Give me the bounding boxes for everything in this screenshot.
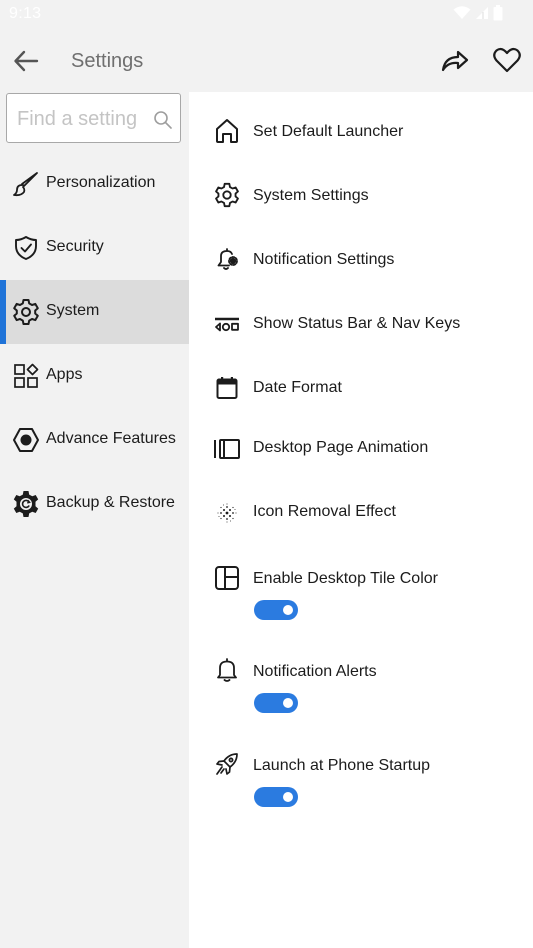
share-arrow-icon bbox=[441, 50, 469, 72]
setting-label: Launch at Phone Startup bbox=[253, 757, 431, 774]
setting-label: Date Format bbox=[253, 379, 342, 396]
notification-alerts-toggle[interactable] bbox=[254, 693, 298, 713]
sidebar-item-advance-features[interactable]: Advance Features bbox=[0, 408, 189, 472]
setting-label: Notification Settings bbox=[253, 251, 395, 268]
sidebar-item-security[interactable]: Security bbox=[0, 216, 189, 280]
setting-label: Icon Removal Effect bbox=[253, 503, 396, 520]
setting-enable-desktop-tile-color[interactable]: Enable Desktop Tile Color bbox=[189, 554, 533, 626]
apps-grid-icon bbox=[12, 362, 40, 390]
toggle-knob bbox=[283, 698, 293, 708]
setting-notification-alerts[interactable]: Notification Alerts bbox=[189, 648, 533, 720]
toggle-knob bbox=[283, 605, 293, 615]
brush-icon bbox=[12, 170, 40, 198]
backup-gear-icon bbox=[12, 490, 40, 518]
app-bar: Settings bbox=[0, 30, 533, 92]
battery-icon bbox=[493, 5, 503, 21]
signal-icon bbox=[476, 7, 488, 19]
hexagon-icon bbox=[12, 426, 40, 454]
status-bar: 9:13 bbox=[0, 0, 533, 30]
setting-show-status-bar-nav-keys[interactable]: Show Status Bar & Nav Keys bbox=[189, 304, 533, 344]
setting-label: Show Status Bar & Nav Keys bbox=[253, 315, 461, 332]
sidebar-item-system[interactable]: System bbox=[0, 280, 189, 344]
setting-label: Desktop Page Animation bbox=[253, 439, 429, 456]
rocket-icon bbox=[214, 751, 240, 777]
sidebar-item-label: Backup & Restore bbox=[46, 494, 175, 511]
home-icon bbox=[214, 118, 240, 144]
calendar-icon bbox=[214, 375, 240, 401]
nav-keys-icon bbox=[213, 312, 241, 338]
sidebar-item-label: System bbox=[46, 302, 100, 319]
gear-icon bbox=[214, 182, 240, 208]
search-icon[interactable] bbox=[153, 110, 173, 130]
page-title: Settings bbox=[71, 50, 144, 72]
wifi-icon bbox=[453, 6, 471, 19]
sidebar: Personalization Security System Apps Adv… bbox=[0, 92, 189, 948]
setting-set-default-launcher[interactable]: Set Default Launcher bbox=[189, 112, 533, 152]
setting-icon-removal-effect[interactable]: Icon Removal Effect bbox=[189, 492, 533, 532]
sidebar-item-apps[interactable]: Apps bbox=[0, 344, 189, 408]
tile-color-toggle[interactable] bbox=[254, 600, 298, 620]
setting-system-settings[interactable]: System Settings bbox=[189, 176, 533, 216]
sidebar-item-personalization[interactable]: Personalization bbox=[0, 152, 189, 216]
sidebar-item-label: Security bbox=[46, 238, 104, 255]
heart-icon bbox=[493, 47, 521, 73]
status-icons bbox=[453, 5, 503, 21]
bell-gear-icon bbox=[214, 246, 240, 272]
setting-label: Notification Alerts bbox=[253, 663, 377, 680]
sparkle-dots-icon bbox=[214, 500, 240, 526]
sidebar-item-backup-restore[interactable]: Backup & Restore bbox=[0, 472, 189, 536]
shield-icon bbox=[12, 234, 40, 262]
sidebar-item-label: Advance Features bbox=[46, 430, 176, 447]
share-button[interactable] bbox=[438, 45, 472, 77]
settings-list: Set Default Launcher System Settings Not… bbox=[189, 92, 533, 948]
tile-layout-icon bbox=[214, 565, 240, 591]
search-input[interactable] bbox=[17, 105, 149, 133]
page-animation-icon bbox=[213, 436, 241, 462]
setting-label: System Settings bbox=[253, 187, 369, 204]
setting-label: Enable Desktop Tile Color bbox=[253, 570, 438, 587]
launch-startup-toggle[interactable] bbox=[254, 787, 298, 807]
bell-icon bbox=[214, 657, 240, 683]
sidebar-item-label: Personalization bbox=[46, 174, 156, 191]
setting-label: Set Default Launcher bbox=[253, 123, 404, 140]
favorite-button[interactable] bbox=[490, 43, 524, 77]
toggle-knob bbox=[283, 792, 293, 802]
arrow-left-icon bbox=[14, 50, 39, 72]
setting-launch-at-phone-startup[interactable]: Launch at Phone Startup bbox=[189, 742, 533, 814]
search-box[interactable] bbox=[6, 93, 181, 143]
setting-desktop-page-animation[interactable]: Desktop Page Animation bbox=[189, 428, 533, 468]
status-time: 9:13 bbox=[9, 5, 42, 22]
gear-icon bbox=[12, 298, 40, 326]
setting-notification-settings[interactable]: Notification Settings bbox=[189, 240, 533, 280]
back-button[interactable] bbox=[10, 46, 42, 76]
setting-date-format[interactable]: Date Format bbox=[189, 368, 533, 408]
sidebar-item-label: Apps bbox=[46, 366, 83, 383]
